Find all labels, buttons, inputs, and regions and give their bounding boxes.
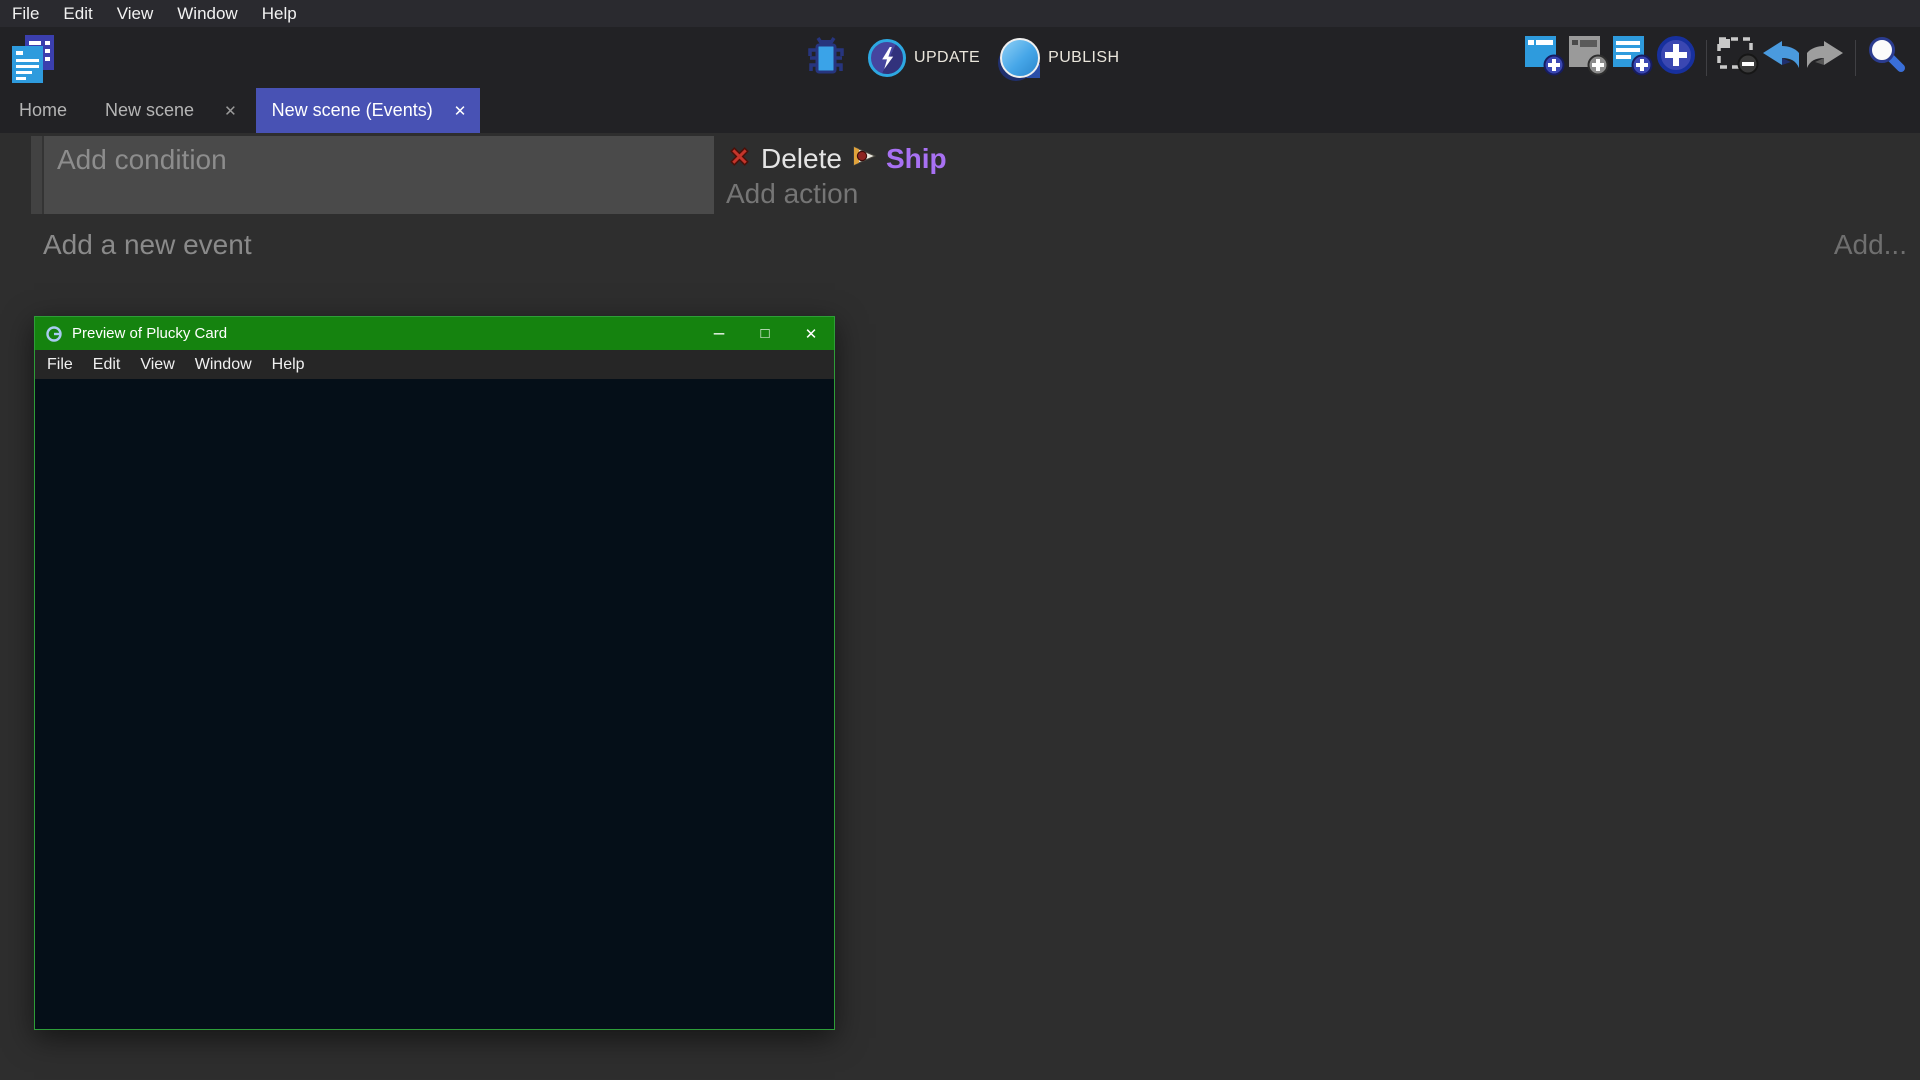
menu-view[interactable]: View: [105, 0, 166, 27]
tab-home[interactable]: Home: [0, 88, 86, 133]
undo-button[interactable]: [1759, 35, 1803, 81]
minimize-button[interactable]: –: [696, 317, 742, 350]
preview-menu-edit[interactable]: Edit: [83, 356, 131, 374]
minimize-icon: –: [714, 329, 725, 339]
add-new-event-button[interactable]: Add a new event: [43, 229, 252, 261]
add-subevent-icon: [1567, 34, 1609, 81]
tab-bar: Home New scene ✕ New scene (Events) ✕: [0, 88, 1920, 133]
tab-close-icon[interactable]: ✕: [224, 102, 237, 120]
add-event-row: Add a new event Add...: [43, 229, 1907, 261]
update-label: UPDATE: [914, 49, 980, 67]
preview-menu-view[interactable]: View: [130, 356, 184, 374]
add-comment-icon: [1611, 34, 1653, 81]
close-icon: ✕: [805, 325, 818, 343]
delete-selection-button[interactable]: [1715, 35, 1759, 81]
tab-label: New scene: [105, 100, 194, 121]
update-button[interactable]: UPDATE: [868, 39, 980, 77]
publish-button[interactable]: PUBLISH: [1000, 38, 1119, 78]
preview-window-controls: – □ ✕: [696, 317, 834, 350]
debug-button[interactable]: [808, 33, 844, 82]
delete-selection-icon: [1715, 35, 1759, 80]
menu-edit[interactable]: Edit: [51, 0, 104, 27]
event-row: Add condition Delete Ship: [31, 136, 1920, 214]
close-button[interactable]: ✕: [788, 317, 834, 350]
menu-file[interactable]: File: [0, 0, 51, 27]
action-verb: Delete: [761, 143, 842, 175]
toolbar-center: UPDATE PUBLISH: [808, 27, 1139, 88]
tab-new-scene[interactable]: New scene ✕: [86, 88, 256, 133]
tab-label: New scene (Events): [272, 100, 433, 121]
search-button[interactable]: [1864, 35, 1908, 81]
add-comment-button[interactable]: [1610, 35, 1654, 81]
add-circle-icon: [1655, 34, 1697, 81]
tab-label: Home: [19, 100, 67, 121]
menu-window[interactable]: Window: [165, 0, 249, 27]
ship-sprite-icon: [850, 142, 878, 175]
action-row-delete-ship[interactable]: Delete Ship: [726, 140, 1920, 177]
add-action-placeholder[interactable]: Add action: [726, 178, 1920, 210]
lightning-circle-icon: [868, 39, 906, 77]
redo-button[interactable]: [1803, 35, 1847, 81]
add-more-button[interactable]: [1654, 35, 1698, 81]
main-menubar: File Edit View Window Help: [0, 0, 1920, 27]
add-more-button-text[interactable]: Add...: [1834, 229, 1907, 261]
maximize-icon: □: [760, 325, 769, 342]
gdevelop-logo-icon: [45, 325, 63, 343]
maximize-button[interactable]: □: [742, 317, 788, 350]
events-sheet: Add condition Delete Ship: [0, 133, 1920, 1080]
preview-menu-window[interactable]: Window: [185, 356, 262, 374]
toolbar-right: [1522, 27, 1908, 88]
redo-arrow-icon: [1804, 39, 1846, 76]
globe-sphere-icon: [1000, 38, 1040, 78]
add-event-icon: [1523, 34, 1565, 81]
red-cross-icon: [726, 143, 753, 175]
event-drag-handle[interactable]: [31, 136, 44, 214]
add-event-button[interactable]: [1522, 35, 1566, 81]
preview-titlebar[interactable]: Preview of Plucky Card – □ ✕: [35, 317, 834, 350]
preview-menu-help[interactable]: Help: [262, 356, 315, 374]
search-icon: [1866, 35, 1906, 80]
game-preview-canvas[interactable]: [35, 379, 834, 1029]
tab-new-scene-events[interactable]: New scene (Events) ✕: [256, 88, 481, 133]
publish-label: PUBLISH: [1048, 49, 1119, 67]
project-manager-icon: [8, 71, 58, 88]
preview-menubar: File Edit View Window Help: [35, 350, 834, 379]
tab-close-icon[interactable]: ✕: [454, 102, 467, 120]
toolbar-separator: [1706, 40, 1707, 76]
project-manager-button[interactable]: [8, 31, 58, 84]
action-object-name: Ship: [886, 143, 947, 175]
main-toolbar: UPDATE PUBLISH: [0, 27, 1920, 88]
preview-menu-file[interactable]: File: [37, 356, 83, 374]
undo-arrow-icon: [1760, 39, 1802, 76]
menu-help[interactable]: Help: [250, 0, 309, 27]
preview-window-title: Preview of Plucky Card: [72, 325, 227, 342]
debug-bug-icon: [808, 33, 844, 82]
conditions-panel[interactable]: Add condition: [44, 136, 714, 214]
preview-window: Preview of Plucky Card – □ ✕ File Edit V…: [34, 316, 835, 1030]
toolbar-separator: [1855, 40, 1856, 76]
add-condition-placeholder[interactable]: Add condition: [57, 144, 227, 175]
add-subevent-button[interactable]: [1566, 35, 1610, 81]
actions-panel: Delete Ship Add action: [714, 136, 1920, 214]
